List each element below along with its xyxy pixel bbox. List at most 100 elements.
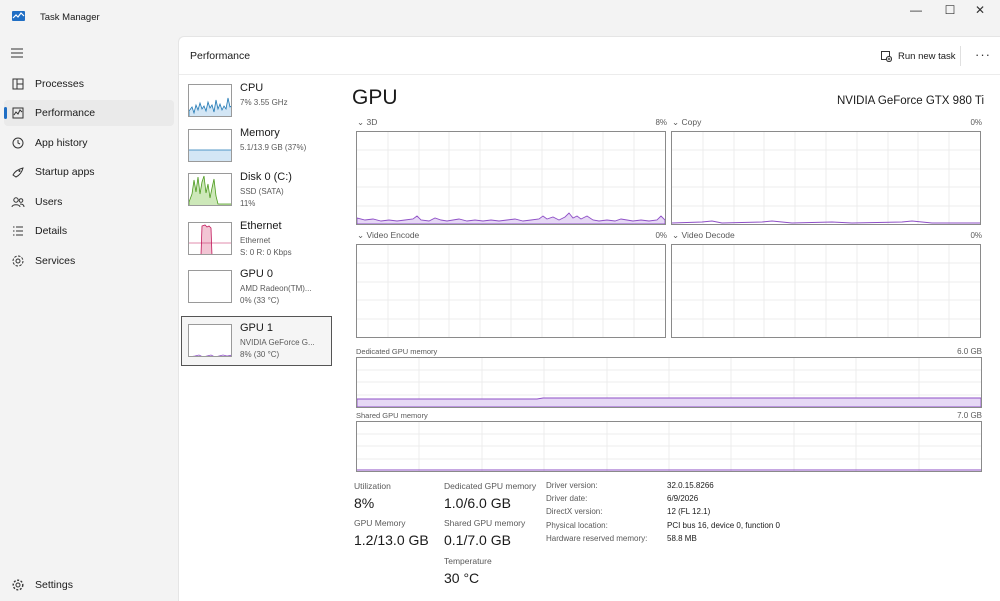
device-name: GPU 1 bbox=[240, 322, 274, 334]
engine-video-decode-graph bbox=[671, 244, 981, 338]
sidebar-item-users[interactable]: Users bbox=[4, 189, 174, 215]
sidebar-item-label: Processes bbox=[35, 78, 85, 90]
gpu1-thumbnail bbox=[188, 324, 232, 357]
driver-version-value: 32.0.15.8266 bbox=[667, 481, 714, 490]
engine-video-encode-value: 0% bbox=[655, 231, 667, 240]
performance-icon bbox=[12, 107, 24, 119]
processes-icon bbox=[12, 78, 24, 90]
hardware-reserved-key: Hardware reserved memory: bbox=[546, 534, 648, 543]
shared-memory-stat-value: 0.1/7.0 GB bbox=[444, 532, 511, 548]
device-item-gpu-0[interactable]: GPU 0 AMD Radeon(TM)... 0% (33 °C) bbox=[181, 262, 332, 312]
sidebar-item-performance[interactable]: Performance bbox=[4, 100, 174, 126]
shared-memory-graph bbox=[356, 421, 982, 472]
gpu-memory-value: 1.2/13.0 GB bbox=[354, 532, 429, 548]
temperature-value: 30 °C bbox=[444, 570, 480, 586]
shared-memory-plot bbox=[357, 422, 981, 471]
directx-version-key: DirectX version: bbox=[546, 507, 603, 516]
run-new-task-button[interactable]: Run new task bbox=[881, 48, 956, 64]
dedicated-memory-label: Dedicated GPU memory bbox=[356, 347, 438, 356]
engine-3d-plot bbox=[357, 132, 665, 224]
users-icon bbox=[11, 197, 25, 208]
sidebar-item-app-history[interactable]: App history bbox=[4, 130, 174, 156]
gpu0-thumbnail bbox=[188, 270, 232, 303]
sidebar-item-label: Services bbox=[35, 255, 76, 267]
device-detail: S: 0 R: 0 Kbps bbox=[240, 248, 292, 257]
startup-icon bbox=[12, 167, 24, 178]
device-detail: 11% bbox=[240, 199, 256, 208]
run-task-icon bbox=[881, 50, 892, 62]
dedicated-memory-stat-value: 1.0/6.0 GB bbox=[444, 495, 511, 511]
sidebar-item-services[interactable]: Services bbox=[4, 248, 174, 274]
chevron-down-icon: ⌄ bbox=[672, 117, 680, 127]
device-name: Memory bbox=[240, 127, 280, 139]
chevron-down-icon: ⌄ bbox=[357, 117, 365, 127]
engine-3d-graph bbox=[356, 131, 666, 225]
device-item-cpu[interactable]: CPU 7% 3.55 GHz bbox=[181, 76, 332, 126]
services-icon bbox=[12, 255, 24, 267]
device-detail: 8% (30 °C) bbox=[240, 350, 280, 359]
dedicated-memory-graph bbox=[356, 357, 982, 408]
close-button[interactable]: ✕ bbox=[960, 0, 1000, 20]
gpu-memory-label: GPU Memory bbox=[354, 518, 406, 528]
hamburger-menu-icon[interactable] bbox=[11, 48, 23, 58]
sidebar-item-details[interactable]: Details bbox=[4, 218, 174, 244]
history-icon bbox=[12, 137, 24, 149]
sidebar-item-settings[interactable]: Settings bbox=[4, 572, 174, 598]
page-title: Performance bbox=[190, 50, 251, 62]
title-bar: Task Manager — ☐ ✕ bbox=[0, 0, 1000, 36]
device-name: CPU bbox=[240, 82, 264, 94]
device-item-gpu-1[interactable]: GPU 1 NVIDIA GeForce G... 8% (30 °C) bbox=[181, 316, 332, 366]
physical-location-key: Physical location: bbox=[546, 521, 608, 530]
gpu-title: GPU bbox=[352, 86, 398, 109]
dedicated-memory-stat-label: Dedicated GPU memory bbox=[444, 481, 537, 491]
memory-thumbnail bbox=[188, 129, 232, 162]
device-item-memory[interactable]: Memory 5.1/13.9 GB (37%) bbox=[181, 121, 332, 171]
engine-3d-value: 8% bbox=[655, 118, 667, 127]
engine-label: 3D bbox=[366, 117, 378, 127]
engine-video-encode-dropdown[interactable]: ⌄ Video Encode bbox=[357, 230, 419, 241]
engine-video-decode-value: 0% bbox=[970, 231, 982, 240]
details-icon bbox=[13, 226, 23, 236]
gear-icon bbox=[12, 579, 24, 591]
device-detail: NVIDIA GeForce G... bbox=[240, 338, 315, 347]
more-options-button[interactable]: ··· bbox=[975, 47, 991, 62]
active-indicator bbox=[4, 107, 7, 119]
directx-version-value: 12 (FL 12.1) bbox=[667, 507, 711, 516]
driver-date-key: Driver date: bbox=[546, 494, 588, 503]
engine-label: Video Decode bbox=[681, 230, 735, 240]
engine-video-decode-plot bbox=[672, 245, 980, 337]
shared-memory-max: 7.0 GB bbox=[957, 411, 982, 420]
engine-label: Copy bbox=[681, 117, 702, 127]
device-detail: AMD Radeon(TM)... bbox=[240, 284, 312, 293]
physical-location-value: PCI bus 16, device 0, function 0 bbox=[667, 521, 780, 530]
engine-video-decode-dropdown[interactable]: ⌄ Video Decode bbox=[672, 230, 735, 241]
device-detail: 5.1/13.9 GB (37%) bbox=[240, 143, 307, 152]
shared-memory-stat-label: Shared GPU memory bbox=[444, 518, 526, 528]
sidebar-item-label: Performance bbox=[35, 107, 96, 119]
driver-date-value: 6/9/2026 bbox=[667, 494, 699, 503]
content-header: Performance Run new task ··· bbox=[179, 37, 1000, 75]
device-item-ethernet[interactable]: Ethernet Ethernet S: 0 R: 0 Kbps bbox=[181, 214, 332, 264]
engine-3d-dropdown[interactable]: ⌄ 3D bbox=[357, 117, 377, 128]
utilization-label: Utilization bbox=[354, 481, 391, 491]
main-content: Performance Run new task ··· CPU 7% 3.55… bbox=[178, 36, 1000, 601]
sidebar-item-startup-apps[interactable]: Startup apps bbox=[4, 159, 174, 185]
gpu-model-name: NVIDIA GeForce GTX 980 Ti bbox=[837, 95, 984, 107]
engine-copy-plot bbox=[672, 132, 980, 224]
device-item-disk[interactable]: Disk 0 (C:) SSD (SATA) 11% bbox=[181, 165, 332, 215]
sidebar-item-label: App history bbox=[35, 137, 88, 149]
device-detail: 0% (33 °C) bbox=[240, 296, 280, 305]
engine-video-encode-graph bbox=[356, 244, 666, 338]
dedicated-memory-max: 6.0 GB bbox=[957, 347, 982, 356]
window-title: Task Manager bbox=[40, 12, 100, 23]
sidebar-item-processes[interactable]: Processes bbox=[4, 71, 174, 97]
device-name: Disk 0 (C:) bbox=[240, 171, 292, 183]
task-manager-icon bbox=[12, 11, 25, 21]
dedicated-memory-plot bbox=[357, 358, 981, 407]
engine-copy-dropdown[interactable]: ⌄ Copy bbox=[672, 117, 701, 128]
sidebar-item-label: Users bbox=[35, 196, 63, 208]
cpu-thumbnail bbox=[188, 84, 232, 117]
device-detail: SSD (SATA) bbox=[240, 187, 284, 196]
temperature-label: Temperature bbox=[444, 556, 492, 566]
settings-label: Settings bbox=[35, 579, 73, 591]
